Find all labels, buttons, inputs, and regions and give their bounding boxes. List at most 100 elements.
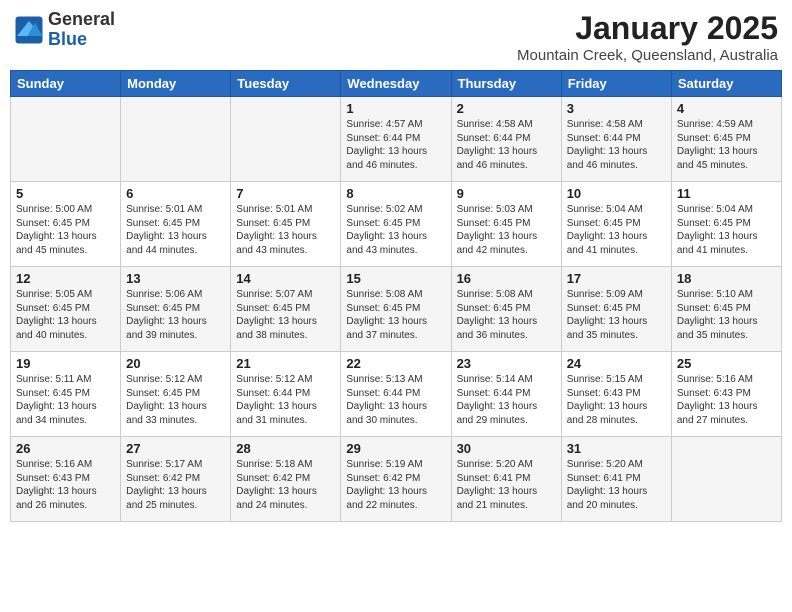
day-number: 19 bbox=[16, 356, 115, 371]
calendar-cell: 2 Sunrise: 4:58 AM Sunset: 6:44 PM Daylig… bbox=[451, 97, 561, 182]
day-content: Sunrise: 5:09 AM Sunset: 6:45 PM Dayligh… bbox=[567, 288, 666, 342]
day-content: Sunrise: 5:14 AM Sunset: 6:44 PM Dayligh… bbox=[457, 373, 556, 427]
day-content: Sunrise: 5:20 AM Sunset: 6:41 PM Dayligh… bbox=[567, 458, 666, 512]
calendar-cell: 25Sunrise: 5:16 AM Sunset: 6:43 PM Dayli… bbox=[671, 352, 781, 437]
day-content: Sunrise: 5:19 AM Sunset: 6:42 PM Dayligh… bbox=[346, 458, 445, 512]
calendar-cell: 28 Sunrise: 5:18 AM Sunset: 6:42 PM Dayli… bbox=[231, 437, 341, 522]
day-number: 30 bbox=[457, 441, 556, 456]
calendar-cell: 23 Sunrise: 5:14 AM Sunset: 6:44 PM Dayli… bbox=[451, 352, 561, 437]
day-content: Sunrise: 4:58 AM Sunset: 6:44 PM Dayligh… bbox=[457, 118, 556, 172]
calendar-cell: 5Sunrise: 5:00 AM Sunset: 6:45 PM Daylig… bbox=[11, 182, 121, 267]
day-number: 2 bbox=[457, 101, 556, 116]
logo-icon bbox=[14, 15, 44, 45]
day-number: 15 bbox=[346, 271, 445, 286]
calendar-cell: 7 Sunrise: 5:01 AM Sunset: 6:45 PM Daylig… bbox=[231, 182, 341, 267]
calendar-cell bbox=[671, 437, 781, 522]
calendar-cell: 17 Sunrise: 5:09 AM Sunset: 6:45 PM Dayli… bbox=[561, 267, 671, 352]
calendar-week-5: 26Sunrise: 5:16 AM Sunset: 6:43 PM Dayli… bbox=[11, 437, 782, 522]
day-number: 14 bbox=[236, 271, 335, 286]
calendar-cell bbox=[121, 97, 231, 182]
day-number: 10 bbox=[567, 186, 666, 201]
calendar-cell: 19 Sunrise: 5:11 AM Sunset: 6:45 PM Dayli… bbox=[11, 352, 121, 437]
day-content: Sunrise: 5:15 AM Sunset: 6:43 PM Dayligh… bbox=[567, 373, 666, 427]
calendar-cell: 29 Sunrise: 5:19 AM Sunset: 6:42 PM Dayli… bbox=[341, 437, 451, 522]
day-number: 29 bbox=[346, 441, 445, 456]
calendar-cell: 24 Sunrise: 5:15 AM Sunset: 6:43 PM Dayli… bbox=[561, 352, 671, 437]
weekday-header-friday: Friday bbox=[561, 71, 671, 97]
day-content: Sunrise: 5:18 AM Sunset: 6:42 PM Dayligh… bbox=[236, 458, 335, 512]
calendar-cell: 30 Sunrise: 5:20 AM Sunset: 6:41 PM Dayli… bbox=[451, 437, 561, 522]
calendar-cell: 1 Sunrise: 4:57 AM Sunset: 6:44 PM Daylig… bbox=[341, 97, 451, 182]
calendar-cell: 3Sunrise: 4:58 AM Sunset: 6:44 PM Daylig… bbox=[561, 97, 671, 182]
weekday-header-row: SundayMondayTuesdayWednesdayThursdayFrid… bbox=[11, 71, 782, 97]
calendar-cell: 20Sunrise: 5:12 AM Sunset: 6:45 PM Dayli… bbox=[121, 352, 231, 437]
calendar-cell: 12 Sunrise: 5:05 AM Sunset: 6:45 PM Dayli… bbox=[11, 267, 121, 352]
day-content: Sunrise: 5:16 AM Sunset: 6:43 PM Dayligh… bbox=[677, 373, 776, 427]
day-number: 8 bbox=[346, 186, 445, 201]
day-number: 3 bbox=[567, 101, 666, 116]
day-content: Sunrise: 5:20 AM Sunset: 6:41 PM Dayligh… bbox=[457, 458, 556, 512]
calendar-cell: 27Sunrise: 5:17 AM Sunset: 6:42 PM Dayli… bbox=[121, 437, 231, 522]
day-number: 24 bbox=[567, 356, 666, 371]
day-number: 13 bbox=[126, 271, 225, 286]
day-content: Sunrise: 4:57 AM Sunset: 6:44 PM Dayligh… bbox=[346, 118, 445, 172]
day-number: 20 bbox=[126, 356, 225, 371]
location-title: Mountain Creek, Queensland, Australia bbox=[517, 47, 778, 64]
calendar-cell: 14 Sunrise: 5:07 AM Sunset: 6:45 PM Dayli… bbox=[231, 267, 341, 352]
day-number: 17 bbox=[567, 271, 666, 286]
calendar-week-4: 19 Sunrise: 5:11 AM Sunset: 6:45 PM Dayli… bbox=[11, 352, 782, 437]
calendar-cell: 10 Sunrise: 5:04 AM Sunset: 6:45 PM Dayli… bbox=[561, 182, 671, 267]
day-number: 6 bbox=[126, 186, 225, 201]
calendar-week-1: 1 Sunrise: 4:57 AM Sunset: 6:44 PM Daylig… bbox=[11, 97, 782, 182]
calendar-cell bbox=[231, 97, 341, 182]
day-number: 28 bbox=[236, 441, 335, 456]
day-content: Sunrise: 5:01 AM Sunset: 6:45 PM Dayligh… bbox=[126, 203, 225, 257]
title-block: January 2025 Mountain Creek, Queensland,… bbox=[517, 10, 778, 64]
day-content: Sunrise: 5:17 AM Sunset: 6:42 PM Dayligh… bbox=[126, 458, 225, 512]
day-number: 1 bbox=[346, 101, 445, 116]
calendar-week-2: 5Sunrise: 5:00 AM Sunset: 6:45 PM Daylig… bbox=[11, 182, 782, 267]
weekday-header-thursday: Thursday bbox=[451, 71, 561, 97]
day-content: Sunrise: 5:01 AM Sunset: 6:45 PM Dayligh… bbox=[236, 203, 335, 257]
logo-text: General Blue bbox=[48, 10, 115, 50]
calendar-cell: 22Sunrise: 5:13 AM Sunset: 6:44 PM Dayli… bbox=[341, 352, 451, 437]
day-content: Sunrise: 5:12 AM Sunset: 6:44 PM Dayligh… bbox=[236, 373, 335, 427]
calendar-cell: 21Sunrise: 5:12 AM Sunset: 6:44 PM Dayli… bbox=[231, 352, 341, 437]
calendar-cell: 15Sunrise: 5:08 AM Sunset: 6:45 PM Dayli… bbox=[341, 267, 451, 352]
day-content: Sunrise: 5:05 AM Sunset: 6:45 PM Dayligh… bbox=[16, 288, 115, 342]
day-number: 9 bbox=[457, 186, 556, 201]
calendar-cell: 4Sunrise: 4:59 AM Sunset: 6:45 PM Daylig… bbox=[671, 97, 781, 182]
day-content: Sunrise: 5:03 AM Sunset: 6:45 PM Dayligh… bbox=[457, 203, 556, 257]
day-number: 16 bbox=[457, 271, 556, 286]
weekday-header-monday: Monday bbox=[121, 71, 231, 97]
logo: General Blue bbox=[14, 10, 115, 50]
day-number: 18 bbox=[677, 271, 776, 286]
day-content: Sunrise: 5:04 AM Sunset: 6:45 PM Dayligh… bbox=[677, 203, 776, 257]
calendar-table: SundayMondayTuesdayWednesdayThursdayFrid… bbox=[10, 70, 782, 522]
month-title: January 2025 bbox=[517, 10, 778, 47]
day-content: Sunrise: 5:10 AM Sunset: 6:45 PM Dayligh… bbox=[677, 288, 776, 342]
day-number: 11 bbox=[677, 186, 776, 201]
day-content: Sunrise: 5:04 AM Sunset: 6:45 PM Dayligh… bbox=[567, 203, 666, 257]
day-number: 31 bbox=[567, 441, 666, 456]
day-content: Sunrise: 5:02 AM Sunset: 6:45 PM Dayligh… bbox=[346, 203, 445, 257]
day-number: 12 bbox=[16, 271, 115, 286]
weekday-header-sunday: Sunday bbox=[11, 71, 121, 97]
day-content: Sunrise: 5:11 AM Sunset: 6:45 PM Dayligh… bbox=[16, 373, 115, 427]
calendar-cell: 11 Sunrise: 5:04 AM Sunset: 6:45 PM Dayli… bbox=[671, 182, 781, 267]
day-content: Sunrise: 5:07 AM Sunset: 6:45 PM Dayligh… bbox=[236, 288, 335, 342]
day-content: Sunrise: 5:08 AM Sunset: 6:45 PM Dayligh… bbox=[457, 288, 556, 342]
page-header: General Blue January 2025 Mountain Creek… bbox=[10, 10, 782, 64]
day-number: 4 bbox=[677, 101, 776, 116]
weekday-header-saturday: Saturday bbox=[671, 71, 781, 97]
day-content: Sunrise: 5:16 AM Sunset: 6:43 PM Dayligh… bbox=[16, 458, 115, 512]
weekday-header-tuesday: Tuesday bbox=[231, 71, 341, 97]
logo-general: General bbox=[48, 10, 115, 30]
day-number: 23 bbox=[457, 356, 556, 371]
day-content: Sunrise: 5:06 AM Sunset: 6:45 PM Dayligh… bbox=[126, 288, 225, 342]
calendar-cell: 18 Sunrise: 5:10 AM Sunset: 6:45 PM Dayli… bbox=[671, 267, 781, 352]
calendar-cell: 31 Sunrise: 5:20 AM Sunset: 6:41 PM Dayli… bbox=[561, 437, 671, 522]
calendar-week-3: 12 Sunrise: 5:05 AM Sunset: 6:45 PM Dayli… bbox=[11, 267, 782, 352]
day-number: 7 bbox=[236, 186, 335, 201]
calendar-cell: 13 Sunrise: 5:06 AM Sunset: 6:45 PM Dayli… bbox=[121, 267, 231, 352]
